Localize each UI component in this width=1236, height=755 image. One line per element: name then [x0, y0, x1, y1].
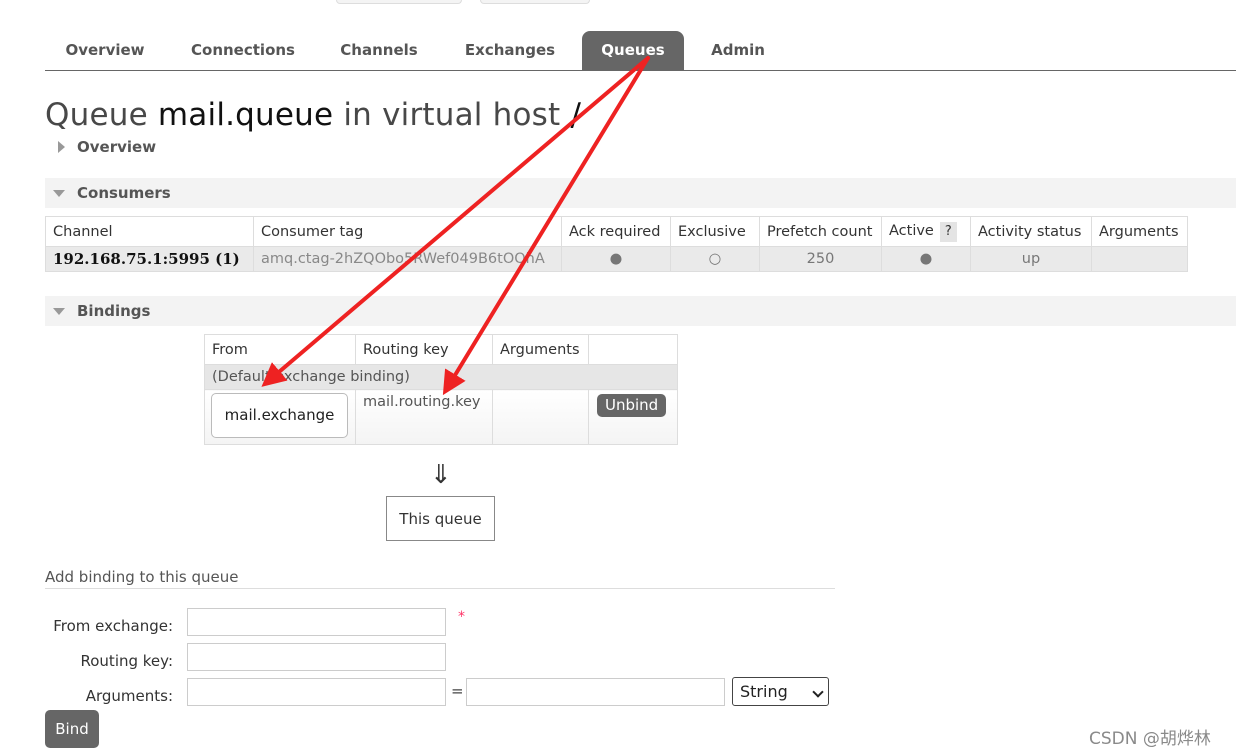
header-remnant-right [480, 0, 590, 4]
tab-channels[interactable]: Channels [328, 31, 430, 71]
argument-key-input[interactable] [187, 678, 446, 706]
section-consumers-toggle[interactable]: Consumers [45, 178, 1236, 208]
header-remnant-left [336, 0, 462, 4]
tab-admin[interactable]: Admin [699, 31, 777, 71]
routing-key-input[interactable] [187, 643, 446, 671]
col-routing-key: Routing key [355, 334, 493, 365]
consumers-table: Channel Consumer tag Ack required Exclus… [45, 216, 1188, 272]
tab-queues[interactable]: Queues [582, 31, 684, 71]
consumer-channel-link[interactable]: 192.168.75.1:5995 (1) [45, 246, 254, 272]
binding-row: mail.exchange mail.routing.key Unbind [204, 389, 678, 445]
equals-sign: = [451, 682, 464, 700]
collapsed-triangle-icon [58, 141, 65, 153]
watermark: CSDN @胡烨林 [1089, 729, 1211, 749]
consumer-tag: amq.ctag-2hZQObo5RWef049B6tOQhA [253, 246, 562, 272]
section-overview-label: Overview [77, 138, 157, 156]
binding-from-cell: mail.exchange [204, 389, 356, 445]
tab-overview[interactable]: Overview [52, 31, 158, 71]
this-queue-box: This queue [386, 496, 495, 541]
section-bindings-toggle[interactable]: Bindings [45, 296, 1236, 326]
tab-connections[interactable]: Connections [178, 31, 308, 71]
help-icon[interactable]: ? [939, 221, 957, 242]
tab-exchanges[interactable]: Exchanges [451, 31, 569, 71]
section-bindings-label: Bindings [77, 302, 151, 320]
binding-arguments [492, 389, 589, 445]
consumer-exclusive: ○ [670, 246, 760, 272]
default-binding-row: (Default exchange binding) [204, 364, 678, 390]
double-down-arrow-icon: ⇓ [430, 460, 452, 490]
page-title: Queue mail.queue in virtual host / [45, 97, 581, 133]
consumers-header-row: Channel Consumer tag Ack required Exclus… [45, 216, 1188, 247]
argument-type-value: String [740, 682, 788, 701]
title-mid: in virtual host [333, 97, 571, 133]
queue-name: mail.queue [157, 97, 334, 133]
expanded-triangle-icon [53, 190, 65, 197]
vhost-name: / [570, 97, 582, 133]
col-prefetch-count: Prefetch count [759, 216, 882, 247]
argument-value-input[interactable] [466, 678, 725, 706]
col-active-label: Active [889, 222, 934, 239]
binding-actions-cell: Unbind [588, 389, 678, 445]
col-ack-required: Ack required [561, 216, 671, 247]
col-exclusive: Exclusive [670, 216, 760, 247]
arguments-label: Arguments: [85, 687, 173, 705]
section-overview-toggle[interactable]: Overview [45, 132, 1236, 162]
required-marker: * [458, 609, 465, 625]
consumer-row: 192.168.75.1:5995 (1) amq.ctag-2hZQObo5R… [45, 246, 1188, 272]
bindings-table: From Routing key Arguments (Default exch… [204, 334, 678, 445]
from-exchange-input[interactable] [187, 608, 446, 636]
col-active: Active? [881, 216, 971, 247]
consumer-ack-required: ● [561, 246, 671, 272]
col-actions [588, 334, 678, 365]
col-channel: Channel [45, 216, 254, 247]
main-nav-tabs: Overview Connections Channels Exchanges … [45, 31, 1236, 71]
section-consumers-label: Consumers [77, 184, 171, 202]
col-consumer-tag: Consumer tag [253, 216, 562, 247]
default-binding-label: (Default exchange binding) [204, 364, 678, 390]
bind-button[interactable]: Bind [45, 710, 99, 748]
unbind-button[interactable]: Unbind [597, 394, 667, 417]
col-binding-arguments: Arguments [492, 334, 589, 365]
exchange-link[interactable]: mail.exchange [211, 393, 348, 438]
argument-type-select[interactable]: String [732, 677, 829, 706]
add-binding-heading: Add binding to this queue [45, 568, 835, 589]
expanded-triangle-icon [53, 308, 65, 315]
consumer-activity-status: up [970, 246, 1092, 272]
top-header-remnants [336, 0, 590, 4]
col-activity-status: Activity status [970, 216, 1092, 247]
consumer-active: ● [881, 246, 971, 272]
title-prefix: Queue [45, 97, 158, 133]
routing-key-label: Routing key: [80, 652, 174, 670]
col-from: From [204, 334, 356, 365]
bindings-header-row: From Routing key Arguments [204, 334, 678, 365]
consumer-arguments [1091, 246, 1188, 272]
from-exchange-label: From exchange: [53, 617, 173, 635]
consumer-prefetch-count: 250 [759, 246, 882, 272]
col-arguments: Arguments [1091, 216, 1188, 247]
binding-routing-key: mail.routing.key [355, 389, 493, 445]
chevron-down-icon [812, 686, 824, 698]
